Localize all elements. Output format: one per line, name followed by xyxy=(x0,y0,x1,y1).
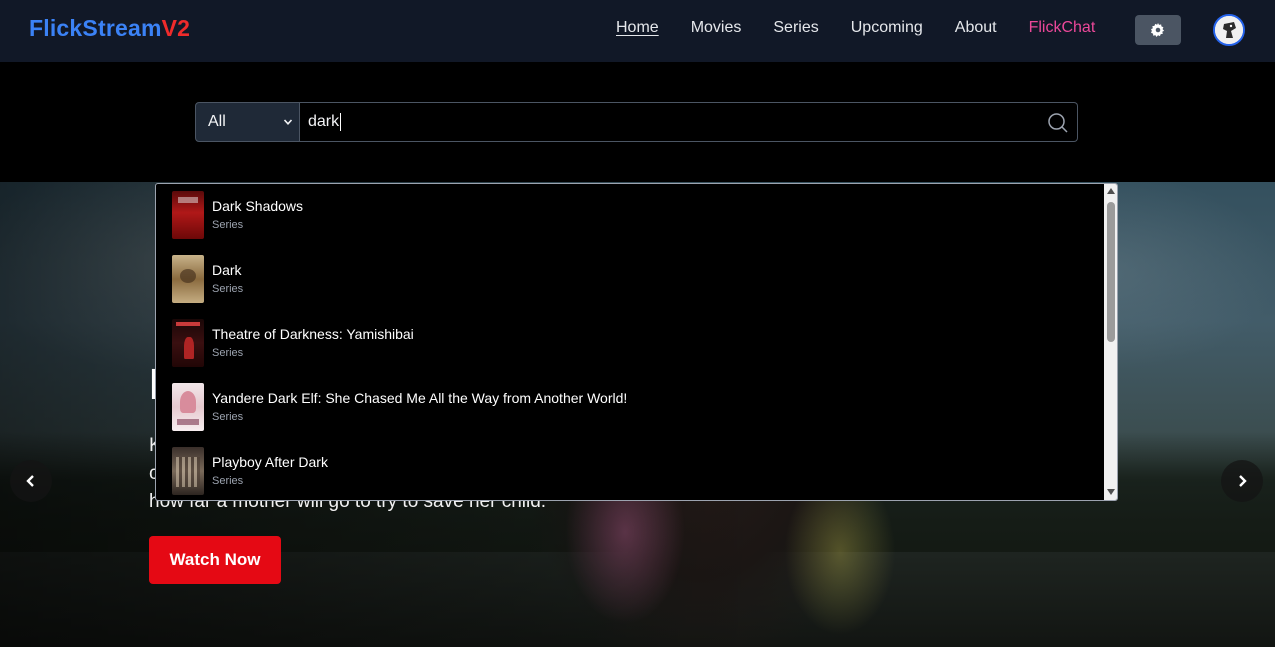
search-result-item[interactable]: Dark Shadows Series xyxy=(172,191,303,239)
nav-movies[interactable]: Movies xyxy=(691,19,742,37)
poster-thumbnail xyxy=(172,255,204,303)
scrollbar-thumb[interactable] xyxy=(1107,202,1115,342)
result-title: Dark Shadows xyxy=(212,197,304,214)
search-filter-value: All xyxy=(208,113,226,130)
poster-thumbnail xyxy=(172,447,204,495)
theme-toggle-button[interactable] xyxy=(1135,15,1181,45)
result-title: Playboy After Dark xyxy=(212,453,328,470)
result-title: Dark xyxy=(212,261,242,278)
result-title: Yandere Dark Elf: She Chased Me All the … xyxy=(212,389,628,406)
watch-now-button[interactable]: Watch Now xyxy=(149,536,281,584)
nav-about[interactable]: About xyxy=(955,19,997,37)
nav-links: Home Movies Series Upcoming About FlickC… xyxy=(616,19,1127,37)
result-type: Series xyxy=(212,410,244,423)
poster-thumbnail xyxy=(172,319,204,367)
search-result-item[interactable]: Dark Series xyxy=(172,255,243,303)
search-result-item[interactable]: Playboy After Dark Series xyxy=(172,447,328,495)
carousel-next-button[interactable] xyxy=(1221,460,1263,502)
search-query: dark xyxy=(308,113,340,130)
scroll-down-arrow-icon[interactable] xyxy=(1107,489,1115,495)
results-scrollbar[interactable] xyxy=(1104,184,1117,500)
chevron-left-icon xyxy=(26,475,34,487)
chevron-right-icon xyxy=(1239,475,1247,487)
search-results-dropdown: Dark Shadows Series Dark Series Theatre … xyxy=(155,183,1118,501)
result-title: Theatre of Darkness: Yamishibai xyxy=(212,325,414,342)
search-result-item[interactable]: Yandere Dark Elf: She Chased Me All the … xyxy=(172,383,627,431)
brand-name-part2: V2 xyxy=(161,15,191,41)
nav-home[interactable]: Home xyxy=(616,19,659,37)
user-avatar[interactable] xyxy=(1213,14,1245,46)
gear-icon xyxy=(1151,23,1165,37)
scroll-up-arrow-icon[interactable] xyxy=(1107,188,1115,194)
brand-name-part1: FlickStream xyxy=(29,15,162,41)
result-type: Series xyxy=(212,346,244,359)
search-bar: All dark xyxy=(195,102,1078,142)
result-type: Series xyxy=(212,474,244,487)
result-type: Series xyxy=(212,218,244,231)
search-filter-select[interactable]: All xyxy=(195,102,300,142)
search-result-item[interactable]: Theatre of Darkness: Yamishibai Series xyxy=(172,319,414,367)
result-type: Series xyxy=(212,282,244,295)
search-input[interactable]: dark xyxy=(300,102,1078,142)
nav-series[interactable]: Series xyxy=(773,19,818,37)
poster-thumbnail xyxy=(172,191,204,239)
brand-logo[interactable]: FlickStreamV2 xyxy=(29,15,190,42)
nav-flickchat[interactable]: FlickChat xyxy=(1029,19,1096,37)
poster-thumbnail xyxy=(172,383,204,431)
avatar-image-icon xyxy=(1215,16,1243,44)
text-caret xyxy=(340,113,342,131)
navbar: FlickStreamV2 Home Movies Series Upcomin… xyxy=(0,0,1275,62)
nav-upcoming[interactable]: Upcoming xyxy=(851,19,923,37)
search-icon[interactable] xyxy=(1047,112,1069,139)
chevron-down-icon xyxy=(283,119,293,125)
carousel-prev-button[interactable] xyxy=(10,460,52,502)
